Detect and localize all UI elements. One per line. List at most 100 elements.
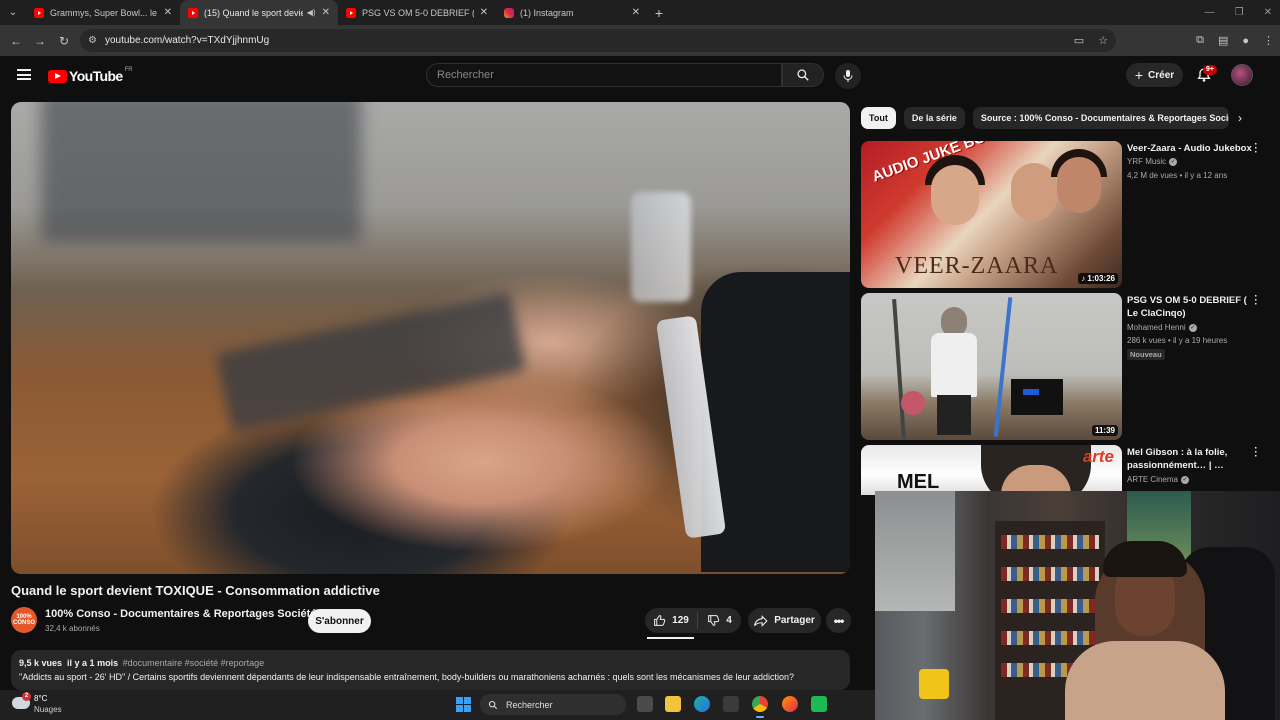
forward-arrow-icon[interactable]: → <box>28 34 52 48</box>
webcam-person <box>1103 541 1187 577</box>
back-arrow-icon[interactable]: ← <box>4 34 28 48</box>
windows-start-icon[interactable] <box>456 697 471 712</box>
video-thumbnail[interactable]: 11:39 <box>861 293 1122 440</box>
address-bar[interactable]: ⚙ youtube.com/watch?v=TXdYjjhnmUg ▭ ☆ <box>80 29 1116 52</box>
vertical-dots-icon[interactable]: · · · <box>1253 292 1259 310</box>
description-box[interactable]: 9,5 k vues il y a 1 mois #documentaire #… <box>11 650 850 690</box>
browser-tab-3[interactable]: PSG VS OM 5-0 DEBRIEF ( Le C ✕ <box>338 0 496 25</box>
task-view-icon[interactable] <box>637 696 653 712</box>
taskbar-search[interactable]: Rechercher <box>480 694 626 715</box>
speaker-icon[interactable]: ◀) <box>307 8 316 17</box>
vertical-dots-icon[interactable]: · · · <box>1253 444 1259 462</box>
plus-icon: + <box>1134 67 1144 83</box>
like-button[interactable]: 129 <box>645 612 698 629</box>
video-frame-cuff <box>631 192 691 302</box>
hashtags[interactable]: #documentaire #société #reportage <box>123 658 265 668</box>
search-icon <box>797 69 809 81</box>
dislike-button[interactable]: 4 <box>698 614 741 627</box>
youtube-header: YouTube FR Rechercher + Créer 9+ <box>0 56 1280 94</box>
weather-badge: 2 <box>22 692 31 701</box>
video-frame-keyboard <box>215 291 527 433</box>
search-input[interactable]: Rechercher <box>426 63 782 87</box>
more-actions-icon[interactable]: ••• <box>826 608 851 633</box>
vertical-dots-icon[interactable]: · · · <box>1253 140 1259 158</box>
close-icon[interactable]: ✕ <box>480 7 488 18</box>
youtube-logo[interactable]: YouTube FR <box>48 67 133 84</box>
chip-source[interactable]: Source : 100% Conso - Documentaires & Re… <box>972 107 1229 129</box>
youtube-icon <box>346 7 356 18</box>
window-controls: — ❐ ✕ <box>1205 0 1272 25</box>
description-text: "Addicts au sport - 26' HD" / Certains s… <box>19 672 795 682</box>
thumbnail-figure <box>931 333 977 397</box>
duration-badge: ♪ 1:03:26 <box>1078 273 1118 284</box>
taskbar-search-label: Rechercher <box>506 699 553 710</box>
subscribe-button[interactable]: S'abonner <box>308 609 371 633</box>
browser-tab-4[interactable]: (1) Instagram ✕ <box>496 0 648 25</box>
search-icon <box>488 700 498 709</box>
thumbnail-figure <box>901 391 925 415</box>
related-channel[interactable]: YRF Music ✓ <box>1127 157 1178 166</box>
related-video-2[interactable]: 11:39 PSG VS OM 5-0 DEBRIEF ( Le ClaCinq… <box>861 292 1266 440</box>
new-tab-plus-icon[interactable]: + <box>648 5 670 21</box>
channel-avatar[interactable]: 100% CONSO <box>11 607 37 633</box>
related-video-1[interactable]: AUDIO JUKE BOX VEER-ZAARA ♪ 1:03:26 Veer… <box>861 140 1266 288</box>
temperature[interactable]: 8°C <box>34 694 47 703</box>
upload-age: il y a 1 mois <box>67 658 119 668</box>
channel-name[interactable]: 100% Conso - Documentaires & Reportages … <box>45 608 316 620</box>
shelf-row <box>1001 631 1099 645</box>
profile-icon[interactable]: ● <box>1242 35 1249 47</box>
close-icon[interactable]: ✕ <box>322 7 330 18</box>
reload-icon[interactable]: ↻ <box>52 34 76 48</box>
browser-toolbar: ← → ↻ ⚙ youtube.com/watch?v=TXdYjjhnmUg … <box>0 25 1280 56</box>
video-thumbnail[interactable]: AUDIO JUKE BOX VEER-ZAARA ♪ 1:03:26 <box>861 141 1122 288</box>
webcam-cup <box>919 669 949 699</box>
store-icon[interactable] <box>723 696 739 712</box>
chrome-icon[interactable] <box>752 696 768 718</box>
tab-groups-icon[interactable]: ▤ <box>1218 34 1228 47</box>
close-icon[interactable]: ✕ <box>164 7 172 18</box>
tab-title: (1) Instagram <box>520 7 574 18</box>
extensions-icon[interactable]: ⧉ <box>1196 34 1204 47</box>
video-thumbnail[interactable]: arte MEL <box>861 445 1122 495</box>
shelf-row <box>1001 535 1099 549</box>
browser-tab-2[interactable]: (15) Quand le sport devient ◀) ✕ <box>180 0 338 25</box>
related-channel[interactable]: ARTE Cinema ✓ <box>1127 475 1189 484</box>
minimize-icon[interactable]: — <box>1205 7 1215 18</box>
video-frame-monitor <box>41 102 361 242</box>
related-title[interactable]: Veer-Zaara - Audio Jukebox <box>1127 142 1252 155</box>
new-badge: Nouveau <box>1127 349 1165 360</box>
related-title[interactable]: PSG VS OM 5-0 DEBRIEF ( Le ClaCinqo) <box>1127 294 1252 320</box>
chip-all[interactable]: Tout <box>861 107 896 129</box>
related-title[interactable]: Mel Gibson : à la folie, passionnément… … <box>1127 446 1252 472</box>
related-video-3[interactable]: arte MEL Mel Gibson : à la folie, passio… <box>861 444 1266 495</box>
close-icon[interactable]: ✕ <box>632 7 640 18</box>
account-avatar[interactable] <box>1231 64 1253 86</box>
webcam-person <box>1065 641 1225 720</box>
tab-search-chevron-icon[interactable]: ⌄ <box>0 0 26 25</box>
chevron-right-icon[interactable]: › <box>1238 111 1242 125</box>
search-button[interactable] <box>782 63 824 87</box>
chip-series[interactable]: De la série <box>903 107 965 129</box>
file-explorer-icon[interactable] <box>665 696 681 712</box>
voice-search-button[interactable] <box>835 63 861 89</box>
site-info-icon[interactable]: ⚙ <box>88 35 97 46</box>
bookmark-star-icon[interactable]: ☆ <box>1098 34 1108 47</box>
share-button[interactable]: Partager <box>748 608 821 633</box>
verified-check-icon: ✓ <box>1169 157 1178 166</box>
url-text[interactable]: youtube.com/watch?v=TXdYjjhnmUg <box>105 35 269 46</box>
cast-icon[interactable]: ▭ <box>1074 34 1084 47</box>
browser-menu-icon[interactable]: ⋮ <box>1263 34 1274 47</box>
app-icon[interactable] <box>811 696 827 712</box>
close-window-icon[interactable]: ✕ <box>1264 7 1272 18</box>
create-button[interactable]: + Créer <box>1126 63 1183 87</box>
edge-icon[interactable] <box>694 696 710 712</box>
related-channel[interactable]: Mohamed Henni ✓ <box>1127 323 1197 332</box>
menu-hamburger-icon[interactable] <box>17 69 31 80</box>
weather-condition[interactable]: Nuages <box>34 705 62 714</box>
browser-tab-1[interactable]: Grammys, Super Bowl... le triom ✕ <box>26 0 180 25</box>
video-player[interactable] <box>11 102 850 574</box>
restore-icon[interactable]: ❐ <box>1235 7 1244 18</box>
firefox-icon[interactable] <box>782 696 798 712</box>
dislike-count: 4 <box>726 615 732 626</box>
duration-text: 1:03:26 <box>1087 274 1115 283</box>
